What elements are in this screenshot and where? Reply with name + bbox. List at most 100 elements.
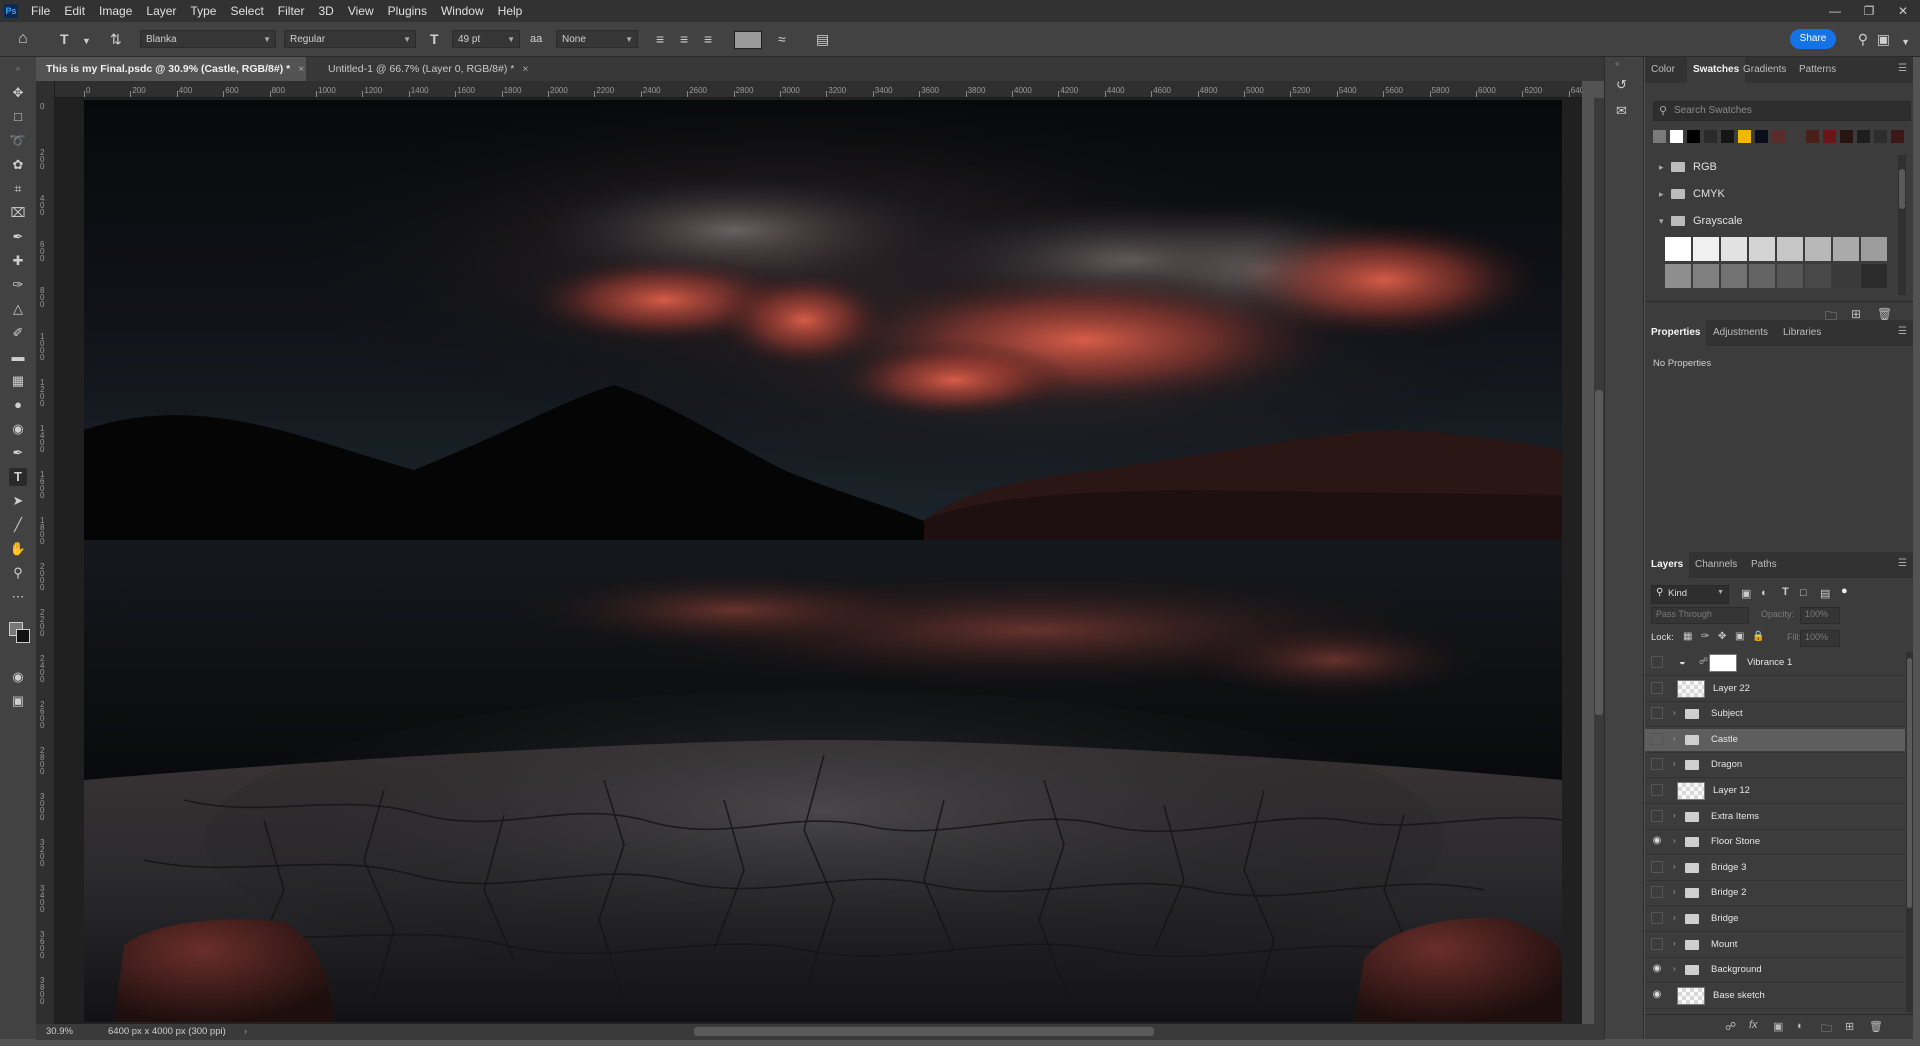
background-color-swatch[interactable]	[16, 629, 30, 643]
color-swatch[interactable]	[1653, 130, 1666, 143]
tab-properties[interactable]: Properties	[1645, 320, 1707, 346]
color-swatch[interactable]	[1670, 130, 1683, 143]
chevron-right-icon[interactable]: ›	[1673, 811, 1676, 820]
tab-paths[interactable]: Paths	[1745, 552, 1783, 578]
filter-type-icon[interactable]: T	[1782, 586, 1789, 598]
link-layers-icon[interactable]: ☍	[1725, 1020, 1736, 1033]
swatch-folder-rgb[interactable]: ▸ RGB	[1659, 161, 1717, 173]
link-icon[interactable]: ☍	[1699, 656, 1708, 667]
visibility-toggle[interactable]	[1651, 656, 1663, 668]
anti-alias-select[interactable]: None ▼	[556, 30, 638, 48]
search-icon[interactable]: ⚲	[1858, 31, 1868, 47]
marquee-tool-icon[interactable]: □	[9, 108, 27, 126]
tab-untitled-1[interactable]: Untitled-1 @ 66.7% (Layer 0, RGB/8#) * ×	[318, 57, 588, 81]
visibility-toggle[interactable]	[1651, 732, 1663, 745]
close-icon[interactable]: ✕	[1886, 0, 1920, 22]
lock-position-icon[interactable]: ✥	[1718, 631, 1726, 642]
path-selection-tool-icon[interactable]: ➤	[9, 492, 27, 510]
visibility-toggle[interactable]	[1651, 784, 1663, 796]
color-swatch[interactable]	[1755, 130, 1768, 143]
collapse-panels-icon[interactable]: «	[1615, 59, 1619, 68]
color-swatch[interactable]	[1772, 130, 1785, 143]
layer-row[interactable]: ◒ ☍ Vibrance 1	[1645, 652, 1905, 676]
color-swatch[interactable]	[1721, 130, 1734, 143]
brush-tool-icon[interactable]: ✑	[9, 276, 27, 294]
visibility-toggle[interactable]	[1651, 809, 1663, 822]
filter-shape-icon[interactable]: □	[1800, 587, 1807, 599]
layer-row[interactable]: › Bridge	[1645, 908, 1905, 932]
home-icon[interactable]: ⌂	[18, 31, 28, 47]
layer-mask-thumbnail[interactable]	[1709, 654, 1737, 672]
history-panel-icon[interactable]: ↺	[1616, 77, 1627, 93]
layer-row[interactable]: Layer 12	[1645, 780, 1905, 804]
color-swatch[interactable]	[1823, 130, 1836, 143]
grayscale-swatch[interactable]	[1777, 264, 1803, 288]
grayscale-swatch[interactable]	[1665, 264, 1691, 288]
panel-menu-icon[interactable]: ☰	[1898, 63, 1907, 74]
horizontal-scroll-thumb[interactable]	[694, 1027, 1154, 1036]
visibility-toggle[interactable]	[1651, 912, 1663, 924]
grayscale-swatch[interactable]	[1693, 264, 1719, 288]
swatch-folder-cmyk[interactable]: ▸ CMYK	[1659, 188, 1725, 200]
swatches-search-field[interactable]: ⚲ Search Swatches	[1653, 101, 1911, 121]
grayscale-swatch[interactable]	[1861, 237, 1887, 261]
grayscale-swatch[interactable]	[1805, 237, 1831, 261]
lock-image-icon[interactable]: ✑	[1701, 631, 1709, 642]
grayscale-swatch[interactable]	[1777, 237, 1803, 261]
minimize-icon[interactable]: —	[1818, 0, 1852, 22]
font-family-select[interactable]: Blanka ▼	[140, 30, 276, 48]
color-swatch[interactable]	[1687, 130, 1700, 143]
tab-gradients[interactable]: Gradients	[1737, 57, 1792, 83]
font-style-select[interactable]: Regular ▼	[284, 30, 416, 48]
chevron-right-icon[interactable]: ›	[1673, 836, 1676, 845]
menu-window[interactable]: Window	[434, 4, 491, 18]
filter-smart-object-icon[interactable]: ▤	[1820, 587, 1830, 600]
color-swatch[interactable]	[1857, 130, 1870, 143]
layer-style-icon[interactable]: fx	[1749, 1019, 1758, 1031]
new-adjustment-layer-icon[interactable]: ◐	[1797, 1020, 1804, 1032]
menu-filter[interactable]: Filter	[271, 4, 312, 18]
eye-icon[interactable]: ◉	[1651, 963, 1663, 975]
tab-channels[interactable]: Channels	[1689, 552, 1743, 578]
visibility-toggle[interactable]	[1651, 681, 1663, 694]
chevron-right-icon[interactable]: ›	[1673, 887, 1676, 896]
chevron-right-icon[interactable]: ›	[244, 1026, 247, 1037]
chevron-right-icon[interactable]: ›	[1673, 939, 1676, 948]
collapse-toolbar-icon[interactable]: »	[9, 60, 27, 78]
layer-row[interactable]: Layer 22	[1645, 678, 1905, 702]
eraser-tool-icon[interactable]: ▬	[9, 348, 27, 366]
tab-final-psdc[interactable]: This is my Final.psdc @ 30.9% (Castle, R…	[36, 57, 306, 81]
line-tool-icon[interactable]: ╱	[9, 516, 27, 534]
lock-transparency-icon[interactable]: ▦	[1683, 631, 1692, 642]
blend-mode-select[interactable]: Pass Through	[1651, 607, 1749, 624]
grayscale-swatch[interactable]	[1721, 264, 1747, 288]
chevron-right-icon[interactable]: ›	[1673, 759, 1676, 768]
chevron-right-icon[interactable]: ›	[1673, 708, 1676, 717]
visibility-toggle[interactable]	[1651, 707, 1663, 720]
color-swatch[interactable]	[1704, 130, 1717, 143]
lasso-tool-icon[interactable]: ➰	[9, 132, 27, 150]
chevron-right-icon[interactable]: ›	[1673, 734, 1676, 743]
eye-icon[interactable]: ◉	[1651, 835, 1663, 847]
tab-color[interactable]: Color	[1645, 57, 1681, 83]
visibility-toggle[interactable]	[1651, 886, 1663, 899]
grayscale-swatch[interactable]	[1665, 237, 1691, 261]
panel-menu-icon[interactable]: ☰	[1898, 326, 1907, 337]
align-center-icon[interactable]: ≡	[680, 31, 688, 47]
align-left-icon[interactable]: ≡	[656, 31, 664, 47]
lock-all-icon[interactable]: 🔒	[1752, 631, 1764, 642]
warp-text-icon[interactable]: ≈	[778, 31, 786, 47]
delete-layer-icon[interactable]: 🗑	[1869, 1020, 1883, 1033]
layer-row[interactable]: › Subject	[1645, 703, 1905, 728]
eyedropper-tool-icon[interactable]: ✒	[9, 228, 27, 246]
color-swatch[interactable]	[1738, 130, 1751, 143]
blur-tool-icon[interactable]: ●	[9, 396, 27, 414]
color-swatch[interactable]	[1806, 130, 1819, 143]
lock-artboard-icon[interactable]: ▣	[1735, 631, 1744, 642]
text-color-swatch[interactable]	[734, 31, 762, 49]
grayscale-swatch[interactable]	[1861, 264, 1887, 288]
chevron-right-icon[interactable]: ›	[1673, 964, 1676, 973]
quick-selection-tool-icon[interactable]: ✿	[9, 156, 27, 174]
visibility-toggle[interactable]	[1651, 860, 1663, 873]
zoom-tool-icon[interactable]: ⚲	[9, 564, 27, 582]
